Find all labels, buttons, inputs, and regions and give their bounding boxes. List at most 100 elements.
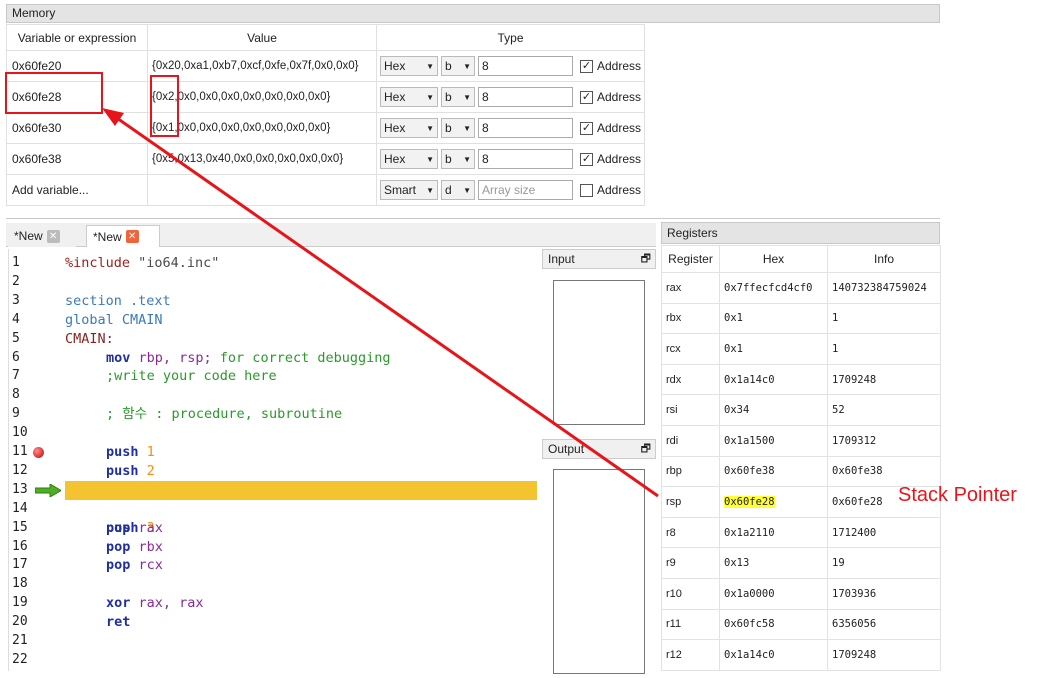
unit-select[interactable]: b ▼ bbox=[441, 118, 475, 138]
close-icon[interactable]: ✕ bbox=[125, 230, 139, 243]
line-number: 6 bbox=[12, 349, 20, 365]
dropdown-arrow-icon: ▼ bbox=[426, 61, 434, 71]
restore-window-icon[interactable]: 🗗 bbox=[641, 250, 651, 268]
dropdown-arrow-icon: ▼ bbox=[426, 185, 434, 195]
register-row[interactable]: rdi 0x1a1500 1709312 bbox=[661, 424, 941, 457]
column-header-type[interactable]: Type bbox=[376, 24, 645, 51]
register-row[interactable]: rbp 0x60fe38 0x60fe38 bbox=[661, 455, 941, 488]
memory-variable[interactable]: 0x60fe30 bbox=[6, 112, 148, 144]
registers-table: Register Hex Info rax 0x7ffecfcd4cf0 14073… bbox=[661, 245, 941, 671]
register-row[interactable]: rax 0x7ffecfcd4cf0 140732384759024 bbox=[661, 272, 941, 304]
address-checkbox[interactable]: ✓ Address bbox=[580, 152, 641, 166]
address-checkbox[interactable]: ✓ Address bbox=[580, 90, 641, 104]
line-number: 16 bbox=[12, 538, 28, 554]
dropdown-arrow-icon: ▼ bbox=[463, 185, 471, 195]
format-select[interactable]: Hex ▼ bbox=[380, 118, 438, 138]
rsp-value-highlight: 0x60fe28 bbox=[724, 495, 775, 508]
register-row[interactable]: r10 0x1a0000 1703936 bbox=[661, 577, 941, 610]
restore-window-icon[interactable]: 🗗 bbox=[641, 440, 651, 458]
line-number: 15 bbox=[12, 519, 28, 535]
register-row[interactable]: rcx 0x1 1 bbox=[661, 333, 941, 365]
checkbox-icon: ✓ bbox=[580, 121, 593, 135]
memory-value: {0x2,0x0,0x0,0x0,0x0,0x0,0x0,0x0} bbox=[147, 81, 377, 113]
memory-variable[interactable]: 0x60fe38 bbox=[6, 143, 148, 175]
editor-tab[interactable]: *New ✕ bbox=[8, 225, 76, 247]
line-number: 7 bbox=[12, 368, 20, 384]
line-number: 5 bbox=[12, 330, 20, 346]
checkbox-icon bbox=[580, 183, 593, 197]
dropdown-arrow-icon: ▼ bbox=[463, 61, 471, 71]
format-select[interactable]: Hex ▼ bbox=[380, 56, 438, 76]
line-number: 9 bbox=[12, 406, 20, 422]
line-number: 10 bbox=[12, 425, 28, 441]
checkbox-icon: ✓ bbox=[580, 90, 593, 104]
register-row[interactable]: rbx 0x1 1 bbox=[661, 302, 941, 335]
code-editor[interactable]: 1 %include "io64.inc" 2 3 section .text 4g… bbox=[8, 249, 538, 671]
size-input[interactable]: 8 bbox=[478, 149, 573, 169]
dropdown-arrow-icon: ▼ bbox=[426, 123, 434, 133]
line-number: 8 bbox=[12, 387, 20, 403]
unit-select[interactable]: b ▼ bbox=[441, 56, 475, 76]
address-checkbox[interactable]: ✓ Address bbox=[580, 121, 641, 135]
memory-value: {0x5,0x13,0x40,0x0,0x0,0x0,0x0,0x0} bbox=[147, 143, 377, 175]
unit-select[interactable]: d ▼ bbox=[441, 180, 475, 200]
editor-tab-active[interactable]: *New ✕ bbox=[86, 225, 160, 247]
column-header-info[interactable]: Info bbox=[827, 245, 941, 273]
breakpoint-icon[interactable] bbox=[33, 447, 44, 458]
dropdown-arrow-icon: ▼ bbox=[463, 154, 471, 164]
line-number: 4 bbox=[12, 311, 20, 327]
format-select[interactable]: Hex ▼ bbox=[380, 87, 438, 107]
line-number: 17 bbox=[12, 557, 28, 573]
format-select[interactable]: Smart ▼ bbox=[380, 180, 438, 200]
column-header-hex[interactable]: Hex bbox=[719, 245, 828, 273]
address-checkbox[interactable]: Address bbox=[580, 183, 641, 197]
line-number: 3 bbox=[12, 292, 20, 308]
dropdown-arrow-icon: ▼ bbox=[426, 92, 434, 102]
register-row[interactable]: rdx 0x1a14c0 1709248 bbox=[661, 363, 941, 396]
size-input[interactable]: 8 bbox=[478, 56, 573, 76]
memory-add-row[interactable]: Add variable... Smart ▼ d ▼ Array size Add… bbox=[6, 174, 645, 206]
array-size-input[interactable]: Array size bbox=[478, 180, 573, 200]
dropdown-arrow-icon: ▼ bbox=[463, 123, 471, 133]
memory-row[interactable]: 0x60fe38 {0x5,0x13,0x40,0x0,0x0,0x0,0x0,… bbox=[6, 143, 645, 175]
annotation-box-value bbox=[150, 75, 179, 137]
line-number: 2 bbox=[12, 273, 20, 289]
column-header-variable[interactable]: Variable or expression bbox=[6, 24, 148, 51]
line-number: 12 bbox=[12, 462, 28, 478]
memory-value: {0x1,0x0,0x0,0x0,0x0,0x0,0x0,0x0} bbox=[147, 112, 377, 144]
register-row[interactable]: r8 0x1a2110 1712400 bbox=[661, 516, 941, 549]
output-textarea[interactable] bbox=[553, 469, 645, 674]
divider bbox=[6, 218, 940, 219]
size-input[interactable]: 8 bbox=[478, 118, 573, 138]
checkbox-icon: ✓ bbox=[580, 59, 593, 73]
register-row[interactable]: r9 0x13 19 bbox=[661, 547, 941, 579]
column-header-register[interactable]: Register bbox=[661, 245, 720, 273]
memory-row[interactable]: 0x60fe30 {0x1,0x0,0x0,0x0,0x0,0x0,0x0,0x… bbox=[6, 112, 645, 144]
dropdown-arrow-icon: ▼ bbox=[463, 92, 471, 102]
line-number: 19 bbox=[12, 595, 28, 611]
line-number: 1 bbox=[12, 255, 20, 270]
annotation-box-address bbox=[5, 72, 103, 114]
memory-value: {0x20,0xa1,0xb7,0xcf,0xfe,0x7f,0x0,0x0} bbox=[147, 50, 377, 82]
checkbox-icon: ✓ bbox=[580, 152, 593, 166]
register-row[interactable]: rsi 0x34 52 bbox=[661, 394, 941, 426]
add-variable-cell[interactable]: Add variable... bbox=[6, 174, 148, 206]
unit-select[interactable]: b ▼ bbox=[441, 87, 475, 107]
column-header-value[interactable]: Value bbox=[147, 24, 377, 51]
size-input[interactable]: 8 bbox=[478, 87, 573, 107]
format-select[interactable]: Hex ▼ bbox=[380, 149, 438, 169]
register-row[interactable]: r12 0x1a14c0 1709248 bbox=[661, 639, 941, 671]
line-number: 21 bbox=[12, 633, 28, 648]
memory-table: Variable or expression Value Type 0x60fe… bbox=[6, 24, 645, 206]
memory-panel-title: Memory bbox=[6, 4, 940, 23]
editor-tab-bar: *New ✕ *New ✕ bbox=[6, 223, 656, 247]
input-textarea[interactable] bbox=[553, 280, 645, 425]
line-number: 20 bbox=[12, 614, 28, 630]
unit-select[interactable]: b ▼ bbox=[441, 149, 475, 169]
input-panel-header[interactable]: Input 🗗 bbox=[542, 249, 656, 269]
address-checkbox[interactable]: ✓ Address bbox=[580, 59, 641, 73]
registers-panel-title: Registers bbox=[661, 222, 940, 244]
register-row[interactable]: r11 0x60fc58 6356056 bbox=[661, 608, 941, 641]
close-icon[interactable]: ✕ bbox=[46, 229, 60, 243]
output-panel-header[interactable]: Output 🗗 bbox=[542, 439, 656, 459]
